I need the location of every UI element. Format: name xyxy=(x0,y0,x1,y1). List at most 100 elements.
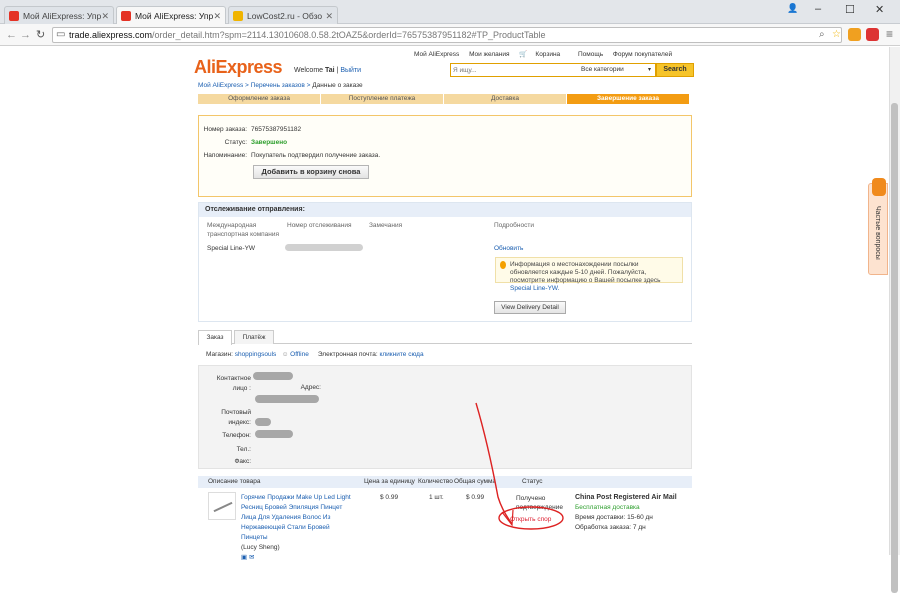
nav-forum[interactable]: Форум покупателей xyxy=(613,51,672,58)
open-dispute-link[interactable]: Открыть спор xyxy=(510,516,551,523)
step-completed: Завершение заказа xyxy=(567,94,689,104)
col-notes: Замечания xyxy=(369,222,403,229)
order-reminder-row: Напоминание: Покупатель подтвердил получе… xyxy=(203,152,381,159)
minimize-icon[interactable]: – xyxy=(815,3,821,15)
shipping-info: China Post Registered Air Mail Бесплатна… xyxy=(575,494,677,531)
extension-icon[interactable] xyxy=(848,28,861,41)
order-progress: Оформление заказа Поступление платежа До… xyxy=(198,94,690,104)
product-title-link[interactable]: Горячие Продажи Make Up Led Light Ресниц… xyxy=(241,493,357,563)
refresh-tracking-link[interactable]: Обновить xyxy=(494,245,523,252)
scrollbar-thumb[interactable] xyxy=(891,103,898,593)
step-shipping: Доставка xyxy=(444,94,566,104)
search-button[interactable]: Search xyxy=(656,63,694,77)
contact-person-redacted xyxy=(253,372,293,380)
page-content: AliExpress Welcome Tai | Выйти Мой AliEx… xyxy=(0,47,900,561)
status-badge: Завершено xyxy=(251,139,288,146)
address-redacted xyxy=(255,395,319,403)
shop-row: Магазин: shoppingsouls ☺ Offline Электро… xyxy=(206,351,424,358)
search-category-select[interactable]: Все категории xyxy=(581,66,624,73)
contact-person-label: Контактное лицо : xyxy=(216,375,251,392)
email-link[interactable]: кликните сюда xyxy=(379,351,423,358)
total-price: $ 0.99 xyxy=(466,494,485,501)
shop-link[interactable]: shoppingsouls xyxy=(235,351,277,358)
chat-icon[interactable]: ☺ xyxy=(282,351,289,358)
close-tab-icon[interactable]: ✕ xyxy=(325,7,333,24)
message-icon[interactable]: ✉ xyxy=(249,554,254,561)
carrier-name: Special Line-YW xyxy=(207,245,256,252)
zoom-icon[interactable]: ⌕ xyxy=(819,29,825,40)
step-order-placed: Оформление заказа xyxy=(198,94,320,104)
unit-price: $ 0.99 xyxy=(380,494,399,501)
col-quantity: Количество xyxy=(418,478,453,485)
table-row: Горячие Продажи Make Up Led Light Ресниц… xyxy=(198,490,692,561)
browser-tab-3[interactable]: LowCost2.ru - Обзо ✕ xyxy=(228,6,338,24)
shop-status[interactable]: Offline xyxy=(290,351,309,358)
welcome-text: Welcome Tai | Выйти xyxy=(294,67,362,74)
close-tab-icon[interactable]: ✕ xyxy=(213,7,221,24)
tab-order[interactable]: Заказ xyxy=(198,330,232,345)
aliexpress-logo[interactable]: AliExpress xyxy=(194,57,283,78)
bookmark-star-icon[interactable]: ☆ xyxy=(832,29,841,40)
faq-side-tab[interactable]: Частые вопросы xyxy=(868,178,888,275)
view-delivery-detail-button[interactable]: View Delivery Detail xyxy=(494,301,566,314)
top-navigation: Мой AliExpress Мои желания 🛒 Корзина Помо… xyxy=(414,50,680,58)
logout-link[interactable]: Выйти xyxy=(340,67,361,74)
col-carrier: Международная транспортная компания xyxy=(207,222,280,238)
profile-icon[interactable]: 👤 xyxy=(787,3,798,14)
col-details: Подробности xyxy=(494,222,534,229)
maximize-icon[interactable]: ☐ xyxy=(845,3,855,16)
add-to-cart-again-button[interactable]: Добавить в корзину снова xyxy=(253,165,369,179)
fax-label: Факс: xyxy=(234,458,251,465)
reload-icon[interactable]: ↻ xyxy=(36,27,45,43)
order-summary: Номер заказа: 76575387951182 Статус: Завер… xyxy=(198,115,692,197)
tel-label: Тел.: xyxy=(236,446,251,453)
contact-info: Контактное лицо : Адрес: Почтовый индекс… xyxy=(198,365,692,469)
nav-wishlist[interactable]: Мои желания xyxy=(469,51,509,58)
menu-icon[interactable]: ≡ xyxy=(886,27,893,41)
breadcrumb-current: Данные о заказе xyxy=(312,82,363,89)
tracking-info-box: Информация о местонахождении посылки обн… xyxy=(495,257,683,292)
col-total: Общая сумма xyxy=(454,478,497,485)
search-input[interactable] xyxy=(453,65,573,76)
carrier-link[interactable]: Special Line-YW. xyxy=(510,285,560,292)
nav-my-aliexpress[interactable]: Мой AliExpress xyxy=(414,51,459,58)
breadcrumb-my-aliexpress[interactable]: Мой AliExpress xyxy=(198,82,243,89)
product-thumbnail[interactable] xyxy=(208,492,236,520)
order-tabs: Заказ Платёж xyxy=(198,330,692,345)
page-info-icon[interactable]: ▭ xyxy=(56,29,65,40)
col-tracking-number: Номер отслеживания xyxy=(287,222,352,229)
tracking-title: Отслеживание отправления: xyxy=(199,203,691,217)
zip-redacted xyxy=(255,418,271,426)
aliexpress-favicon-icon xyxy=(9,11,19,21)
tab-payment[interactable]: Платёж xyxy=(234,330,274,344)
order-status-row: Статус: Завершено xyxy=(224,139,288,146)
extension-icon[interactable] xyxy=(866,28,879,41)
chevron-down-icon: ▾ xyxy=(647,67,651,73)
cart-icon: 🛒 xyxy=(519,51,528,58)
product-table-header: Описание товара Цена за единицу Количест… xyxy=(198,476,692,488)
step-payment: Поступление платежа xyxy=(321,94,443,104)
page-scrollbar[interactable] xyxy=(889,47,900,593)
search-box: Все категории ▾ xyxy=(450,63,656,77)
lowcost-favicon-icon xyxy=(233,11,243,21)
snapshot-icon[interactable]: ▣ xyxy=(241,554,247,561)
nav-cart[interactable]: 🛒 Корзина xyxy=(519,51,568,58)
breadcrumb-orders[interactable]: Перечень заказов xyxy=(251,82,305,89)
browser-tab-strip: Мой AliExpress: Упр ✕ Мой AliExpress: Уп… xyxy=(0,0,900,24)
zip-label: Почтовый индекс: xyxy=(221,409,251,426)
close-window-icon[interactable]: ✕ xyxy=(875,3,884,16)
phone-label: Телефон: xyxy=(222,432,251,439)
address-bar[interactable]: trade.aliexpress.com/order_detail.htm?sp… xyxy=(52,27,842,43)
lightbulb-icon xyxy=(500,261,506,269)
order-number-row: Номер заказа: 76575387951182 xyxy=(203,126,302,133)
browser-tab-1[interactable]: Мой AliExpress: Упр ✕ xyxy=(4,6,114,24)
tracking-section: Отслеживание отправления: Международная … xyxy=(198,202,692,322)
browser-tab-2[interactable]: Мой AliExpress: Упр ✕ xyxy=(116,6,226,24)
forward-icon[interactable]: → xyxy=(20,27,31,43)
item-status: Получено подтверждение xyxy=(516,495,563,511)
aliexpress-favicon-icon xyxy=(121,11,131,21)
close-tab-icon[interactable]: ✕ xyxy=(101,7,109,24)
col-status: Статус xyxy=(522,478,543,485)
back-icon[interactable]: ← xyxy=(6,27,17,43)
nav-help[interactable]: Помощь xyxy=(578,51,603,58)
